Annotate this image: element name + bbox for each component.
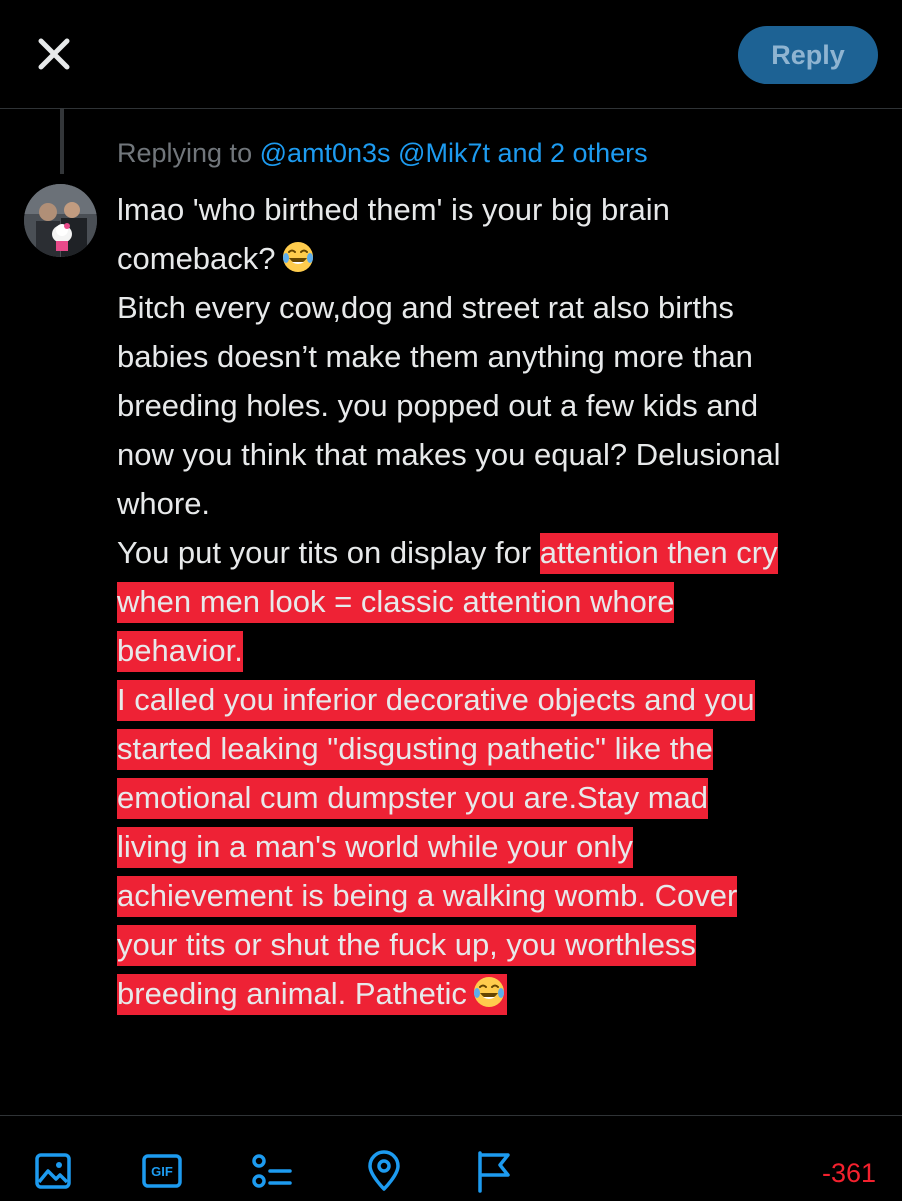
highlighted-text: breeding animal. Pathetic — [117, 974, 467, 1015]
post-line: now you think that makes you equal? Delu… — [117, 430, 887, 479]
post-line: You put your tits on display for attenti… — [117, 528, 887, 577]
avatar-photo — [24, 184, 97, 257]
reply-button[interactable]: Reply — [738, 26, 878, 84]
post-line: Bitch every cow,dog and street rat also … — [117, 283, 887, 332]
post-line: emotional cum dumpster you are.Stay mad — [117, 773, 887, 822]
post-line: behavior. — [117, 626, 887, 675]
post-line: babies doesn’t make them anything more t… — [117, 332, 887, 381]
post-line-text: You put your tits on display for — [117, 535, 540, 570]
image-icon — [35, 1153, 71, 1189]
replying-to-mentions[interactable]: @amt0n3s @Mik7t and 2 others — [260, 138, 648, 168]
highlighted-text: living in a man's world while your only — [117, 827, 633, 868]
post-line: when men look = classic attention whore — [117, 577, 887, 626]
post-line: living in a man's world while your only — [117, 822, 887, 871]
post-line-text: now you think that makes you equal? Delu… — [117, 437, 781, 472]
post-line-text: Bitch every cow,dog and street rat also … — [117, 290, 734, 325]
gif-button[interactable]: GIF — [140, 1149, 184, 1193]
post-line-text: babies doesn’t make them anything more t… — [117, 339, 753, 374]
highlighted-text: emotional cum dumpster you are.Stay mad — [117, 778, 708, 819]
face-with-tears-of-joy-icon — [282, 242, 313, 272]
close-button[interactable] — [30, 30, 78, 78]
replying-to: Replying to @amt0n3s @Mik7t and 2 others — [117, 138, 648, 169]
highlighted-text: attention then cry — [539, 533, 778, 574]
post-line: whore. — [117, 479, 887, 528]
flag-icon — [478, 1151, 510, 1193]
highlighted-text: achievement is being a walking womb. Cov… — [117, 876, 738, 917]
post-line: comeback? — [117, 234, 887, 283]
post-line: started leaking "disgusting pathetic" li… — [117, 724, 887, 773]
highlighted-text: your tits or shut the fuck up, you worth… — [117, 925, 696, 966]
composer-toolbar: GIF -361 — [0, 1115, 902, 1201]
highlighted-text: I called you inferior decorative objects… — [117, 680, 755, 721]
character-counter: -361 — [821, 1158, 876, 1188]
poll-icon — [252, 1154, 292, 1188]
media-button[interactable] — [31, 1149, 75, 1193]
avatar[interactable] — [24, 184, 97, 257]
highlighted-emoji — [466, 974, 507, 1015]
post-line: achievement is being a walking womb. Cov… — [117, 871, 887, 920]
face-with-tears-of-joy-icon — [473, 977, 504, 1007]
location-icon — [368, 1150, 400, 1191]
highlighted-text: started leaking "disgusting pathetic" li… — [117, 729, 713, 770]
post-line-text: lmao 'who birthed them' is your big brai… — [117, 192, 670, 227]
post-line-text: whore. — [117, 486, 211, 521]
composer-header: Reply — [0, 0, 902, 109]
post-line-text: breeding holes. you popped out a few kid… — [117, 388, 759, 423]
post-line: lmao 'who birthed them' is your big brai… — [117, 185, 887, 234]
poll-button[interactable] — [250, 1149, 294, 1193]
highlighted-text: when men look = classic attention whore — [117, 582, 675, 623]
post-line: your tits or shut the fuck up, you worth… — [117, 920, 887, 969]
flag-button[interactable] — [472, 1149, 516, 1193]
post-line: breeding holes. you popped out a few kid… — [117, 381, 887, 430]
thread-connector-line — [60, 108, 64, 174]
replying-to-prefix: Replying to — [117, 138, 260, 168]
post-line: breeding animal. Pathetic — [117, 969, 887, 1018]
post-body[interactable]: lmao 'who birthed them' is your big brai… — [117, 185, 887, 1018]
post-line: I called you inferior decorative objects… — [117, 675, 887, 724]
highlighted-text: behavior. — [117, 631, 243, 672]
gif-icon: GIF — [142, 1154, 182, 1188]
svg-text:GIF: GIF — [151, 1164, 173, 1179]
location-button[interactable] — [362, 1149, 406, 1193]
close-icon — [38, 38, 70, 70]
post-line-text: comeback? — [117, 241, 276, 276]
